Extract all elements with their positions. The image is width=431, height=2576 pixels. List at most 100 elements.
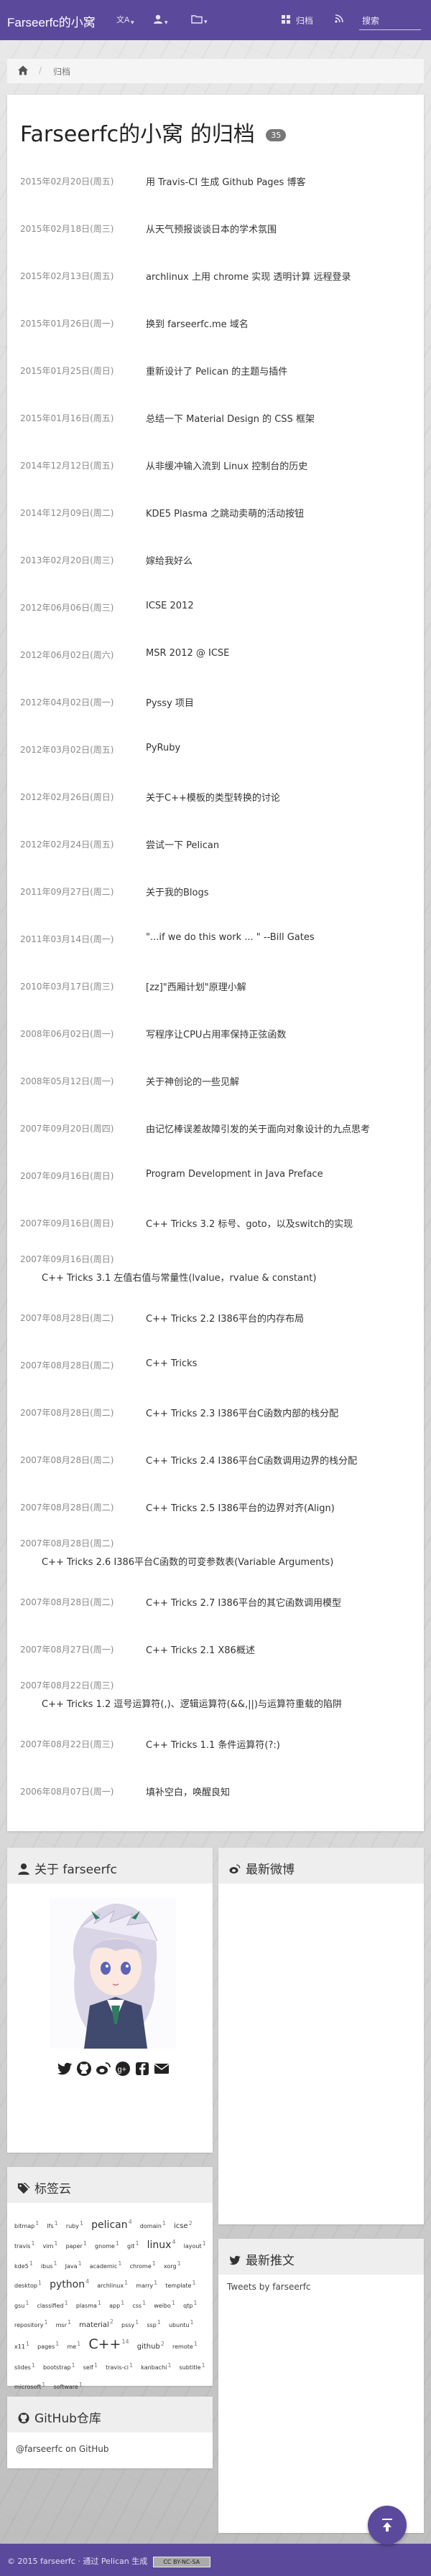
tag-item[interactable]: kde51 — [14, 2260, 34, 2270]
tweets-link[interactable]: Tweets by farseerfc — [227, 2282, 311, 2292]
archive-post-link[interactable]: 总结一下 Material Design 的 CSS 框架 — [146, 411, 315, 425]
archive-post-link[interactable]: 尝试一下 Pelican — [146, 837, 219, 851]
tag-item[interactable]: msr1 — [56, 2319, 73, 2328]
tag-item[interactable]: travis1 — [14, 2240, 37, 2250]
tag-item[interactable]: weibo1 — [154, 2300, 177, 2309]
archive-post-link[interactable]: 用 Travis-CI 生成 Github Pages 博客 — [146, 174, 305, 188]
tag-item[interactable]: domain1 — [140, 2220, 167, 2229]
tag-item[interactable]: gnome1 — [95, 2240, 121, 2250]
archive-post-link[interactable]: C++ Tricks 2.6 I386平台C函数的可变参数表(Variable … — [42, 1554, 333, 1568]
archive-post-link[interactable]: 由记忆棒误差故障引发的关于面向对象设计的九点思考 — [146, 1122, 370, 1135]
nav-user[interactable]: ▾ — [153, 14, 168, 27]
tag-item[interactable]: Java1 — [65, 2260, 83, 2270]
tag-item[interactable]: remote1 — [172, 2341, 199, 2350]
tag-item[interactable]: marry1 — [136, 2280, 159, 2289]
tag-item[interactable]: ruby1 — [66, 2220, 85, 2229]
archive-post-link[interactable]: PyRuby — [146, 743, 180, 753]
archive-post-link[interactable]: 写程序让CPU占用率保持正弦函数 — [146, 1027, 286, 1040]
tag-item[interactable]: archlinux1 — [97, 2280, 129, 2289]
archive-post-link[interactable]: 关于我的Blogs — [146, 885, 209, 898]
tag-item[interactable]: app1 — [109, 2300, 126, 2309]
tag-item[interactable]: ssp1 — [147, 2319, 162, 2328]
tag-item[interactable]: subtitle1 — [180, 2362, 207, 2371]
archive-post-link[interactable]: 从天气预报谈谈日本的学术氛围 — [146, 222, 277, 235]
tag-item[interactable]: qtp1 — [183, 2300, 198, 2309]
archive-post-link[interactable]: KDE5 Plasma 之跳动卖萌的活动按钮 — [146, 506, 304, 520]
tag-item[interactable]: bitmap1 — [14, 2220, 40, 2229]
archive-post-link[interactable]: 关于C++模板的类型转换的讨论 — [146, 790, 280, 804]
github-link[interactable]: @farseerfc on GitHub — [16, 2444, 108, 2454]
nav-language[interactable]: 文A ▾ — [116, 14, 134, 27]
archive-post-link[interactable]: MSR 2012 @ ICSE — [146, 648, 229, 659]
tag-item[interactable]: material2 — [79, 2318, 115, 2328]
tag-item[interactable]: css1 — [132, 2300, 147, 2309]
tag-item[interactable]: ubuntu1 — [169, 2319, 195, 2328]
tag-item[interactable]: paper1 — [66, 2240, 88, 2250]
weibo-icon[interactable] — [95, 2060, 112, 2077]
search-input[interactable] — [359, 11, 421, 30]
github-icon[interactable] — [75, 2060, 93, 2077]
archive-post-link[interactable]: C++ Tricks 2.2 I386平台的内存布局 — [146, 1311, 304, 1325]
tag-item[interactable]: vim1 — [43, 2240, 60, 2250]
tag-item[interactable]: github2 — [137, 2341, 166, 2351]
tag-item[interactable]: layout1 — [184, 2240, 208, 2250]
tag-item[interactable]: bootstrap1 — [43, 2362, 77, 2371]
archive-post-link[interactable]: 嫁给我好么 — [146, 553, 193, 567]
tag-item[interactable]: plasma1 — [76, 2300, 103, 2309]
email-icon[interactable] — [153, 2060, 170, 2077]
archive-post-link[interactable]: Pyssy 项目 — [146, 695, 194, 709]
archive-post-link[interactable]: C++ Tricks 2.1 X86概述 — [146, 1642, 255, 1656]
tag-item[interactable]: microsoft1 — [14, 2382, 47, 2391]
archive-post-link[interactable]: C++ Tricks 3.2 标号、goto，以及switch的实现 — [146, 1216, 353, 1230]
tag-item[interactable]: software1 — [53, 2382, 83, 2391]
archive-post-link[interactable]: C++ Tricks 3.1 左值右值与常量性(lvalue，rvalue & … — [42, 1270, 316, 1284]
tag-item[interactable]: x111 — [14, 2341, 31, 2350]
tag-item[interactable]: pelican4 — [91, 2219, 134, 2231]
twitter-icon[interactable] — [56, 2060, 73, 2077]
archive-post-link[interactable]: "...if we do this work ... " --Bill Gate… — [146, 932, 315, 943]
tag-item[interactable]: git1 — [127, 2240, 141, 2250]
archive-post-link[interactable]: 重新设计了 Pelican 的主题与插件 — [146, 364, 287, 377]
nav-archives[interactable]: 归档 — [282, 14, 313, 27]
tag-item[interactable]: pssy1 — [121, 2319, 140, 2328]
archive-post-link[interactable]: 换到 farseerfc.me 域名 — [146, 316, 249, 330]
tag-item[interactable]: kanbachi1 — [141, 2362, 172, 2371]
tag-item[interactable]: template1 — [165, 2280, 197, 2289]
archive-post-link[interactable]: C++ Tricks — [146, 1358, 197, 1369]
archive-post-link[interactable]: C++ Tricks 2.7 I386平台的其它函数调用模型 — [146, 1595, 341, 1609]
archive-post-link[interactable]: Program Development in Java Preface — [146, 1169, 323, 1180]
tag-item[interactable]: classified1 — [37, 2300, 70, 2309]
archive-post-link[interactable]: [zz]"西厢计划"原理小解 — [146, 979, 246, 993]
tag-item[interactable]: pages1 — [37, 2341, 60, 2350]
tag-item[interactable]: ibus1 — [41, 2260, 59, 2270]
tag-item[interactable]: python4 — [50, 2278, 91, 2290]
tag-item[interactable]: academic1 — [90, 2260, 124, 2270]
archive-post-link[interactable]: C++ Tricks 1.1 条件运算符(?:) — [146, 1737, 280, 1751]
archive-post-link[interactable]: C++ Tricks 2.4 I386平台C函数调用边界的栈分配 — [146, 1453, 357, 1467]
tag-item[interactable]: travis-ci1 — [106, 2362, 134, 2371]
tag-item[interactable]: gsu1 — [14, 2300, 30, 2309]
tag-item[interactable]: repository1 — [14, 2319, 50, 2328]
tag-item[interactable]: linux4 — [147, 2239, 177, 2251]
tag-item[interactable]: icse2 — [174, 2220, 194, 2230]
archive-post-link[interactable]: ICSE 2012 — [146, 601, 194, 611]
tag-item[interactable]: me1 — [67, 2341, 82, 2350]
site-brand[interactable]: Farseerfc的小窝 — [7, 12, 96, 30]
tag-item[interactable]: lfs1 — [47, 2220, 59, 2229]
archive-post-link[interactable]: 关于神创论的一些见解 — [146, 1074, 239, 1088]
tag-item[interactable]: slides1 — [14, 2362, 37, 2371]
tag-item[interactable]: xorg1 — [164, 2260, 182, 2270]
tag-item[interactable]: C++14 — [88, 2336, 130, 2352]
archive-post-link[interactable]: C++ Tricks 2.5 I386平台的边界对齐(Align) — [146, 1500, 335, 1514]
archive-post-link[interactable]: 从非缓冲输入流到 Linux 控制台的历史 — [146, 459, 307, 472]
tag-item[interactable]: chrome1 — [130, 2260, 157, 2270]
tag-item[interactable]: desktop1 — [14, 2280, 43, 2289]
tag-item[interactable]: self1 — [83, 2362, 99, 2371]
archive-post-link[interactable]: C++ Tricks 2.3 I386平台C函数内部的栈分配 — [146, 1406, 338, 1419]
archive-post-link[interactable]: archlinux 上用 chrome 实现 透明计算 远程登录 — [146, 269, 351, 283]
archive-post-link[interactable]: 填补空白，唤醒良知 — [146, 1785, 230, 1798]
facebook-icon[interactable] — [134, 2060, 151, 2077]
nav-rss[interactable] — [335, 14, 343, 25]
home-icon[interactable] — [17, 65, 29, 76]
nav-categories[interactable]: ▾ — [191, 14, 208, 26]
